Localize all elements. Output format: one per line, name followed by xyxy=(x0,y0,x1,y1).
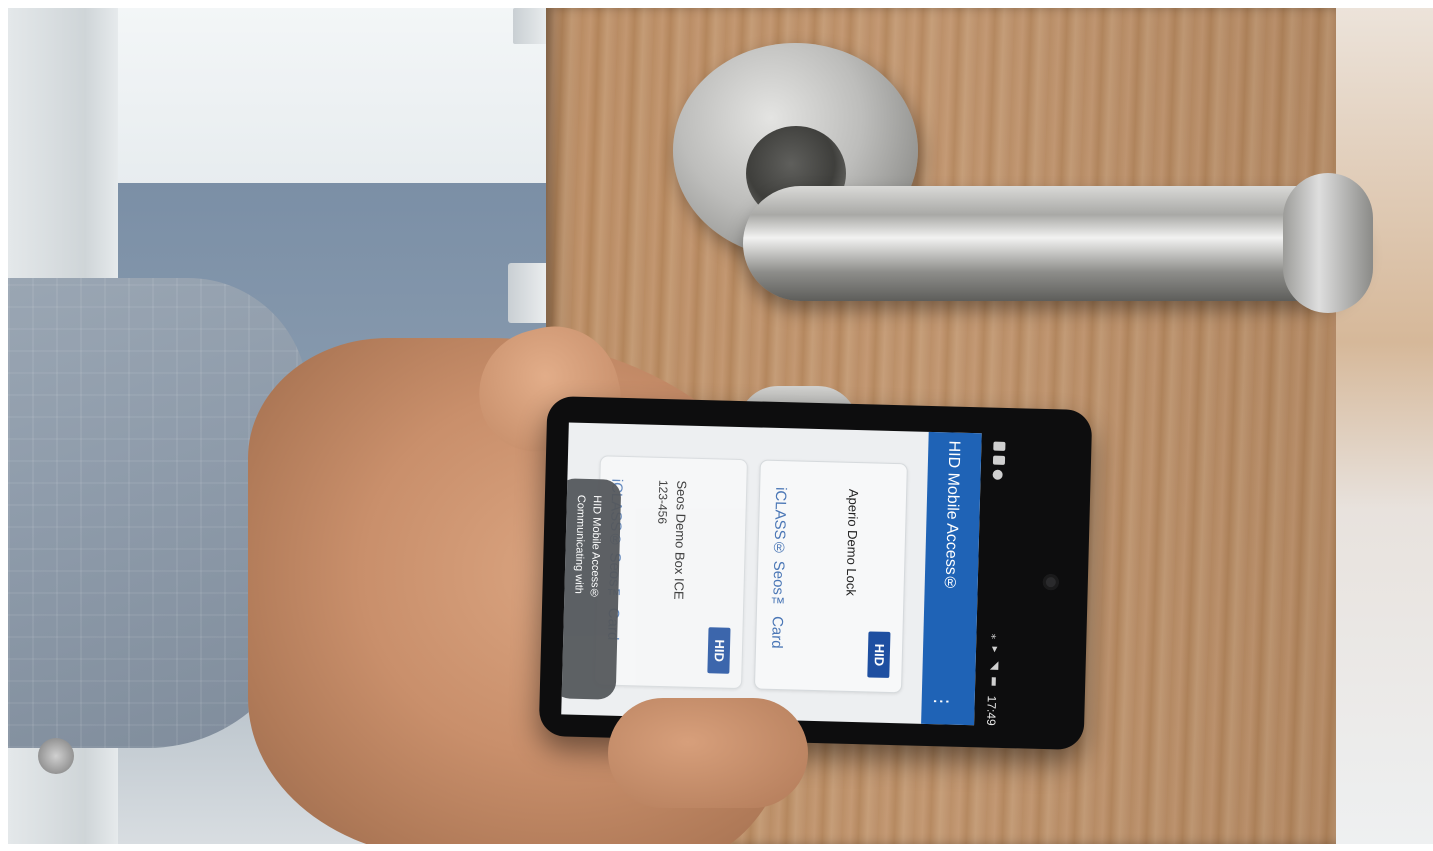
door-photo: Seos Demo Box ICE 123-456 iCLASS® Seos™ … xyxy=(8,8,1433,844)
more-vertical-icon[interactable]: ⋮ xyxy=(931,692,954,716)
hid-logo-icon: HID xyxy=(707,627,731,674)
card-name: Seos Demo Box ICE xyxy=(671,480,690,600)
notification-icons xyxy=(988,434,1010,495)
card-type: iCLASS® Seos™ Card xyxy=(768,486,790,649)
fingers xyxy=(608,698,808,808)
toast-line-2: Communicating with xyxy=(572,494,587,595)
toast-notification: HID Mobile Access® Communicating with xyxy=(561,478,622,700)
app-title: HID Mobile Access® xyxy=(941,440,963,593)
credential-card-aperio-demo-lock[interactable]: Aperio Demo Lock iCLASS® Seos™ Card HID xyxy=(753,459,908,694)
cuff-button xyxy=(38,738,74,774)
notification-icon xyxy=(992,469,1003,480)
door-lever-end xyxy=(1283,173,1373,313)
toast-line-1: HID Mobile Access® xyxy=(588,495,603,600)
smartphone: Seos Demo Box ICE 123-456 iCLASS® Seos™ … xyxy=(538,395,1093,751)
photo-scene: Seos Demo Box ICE 123-456 iCLASS® Seos™ … xyxy=(0,0,1433,851)
door-lever-handle xyxy=(743,186,1363,301)
hid-logo-icon: HID xyxy=(867,631,891,678)
phone-screen: Seos Demo Box ICE 123-456 iCLASS® Seos™ … xyxy=(561,422,982,726)
app-bar: HID Mobile Access® ⋮ xyxy=(921,431,982,726)
status-time: 17:49 xyxy=(984,695,999,726)
card-name: Aperio Demo Lock xyxy=(843,488,862,597)
status-bar: ⁎ ▾ ◢ ▮ 17:49 xyxy=(974,433,1020,726)
background-right xyxy=(1333,8,1433,844)
notification-icon xyxy=(992,455,1006,465)
card-number: 123-456 xyxy=(655,479,671,525)
system-status-icons: ⁎ ▾ ◢ ▮ xyxy=(987,633,1001,688)
notification-icon xyxy=(993,441,1006,451)
home-sensor-icon xyxy=(1042,573,1060,591)
